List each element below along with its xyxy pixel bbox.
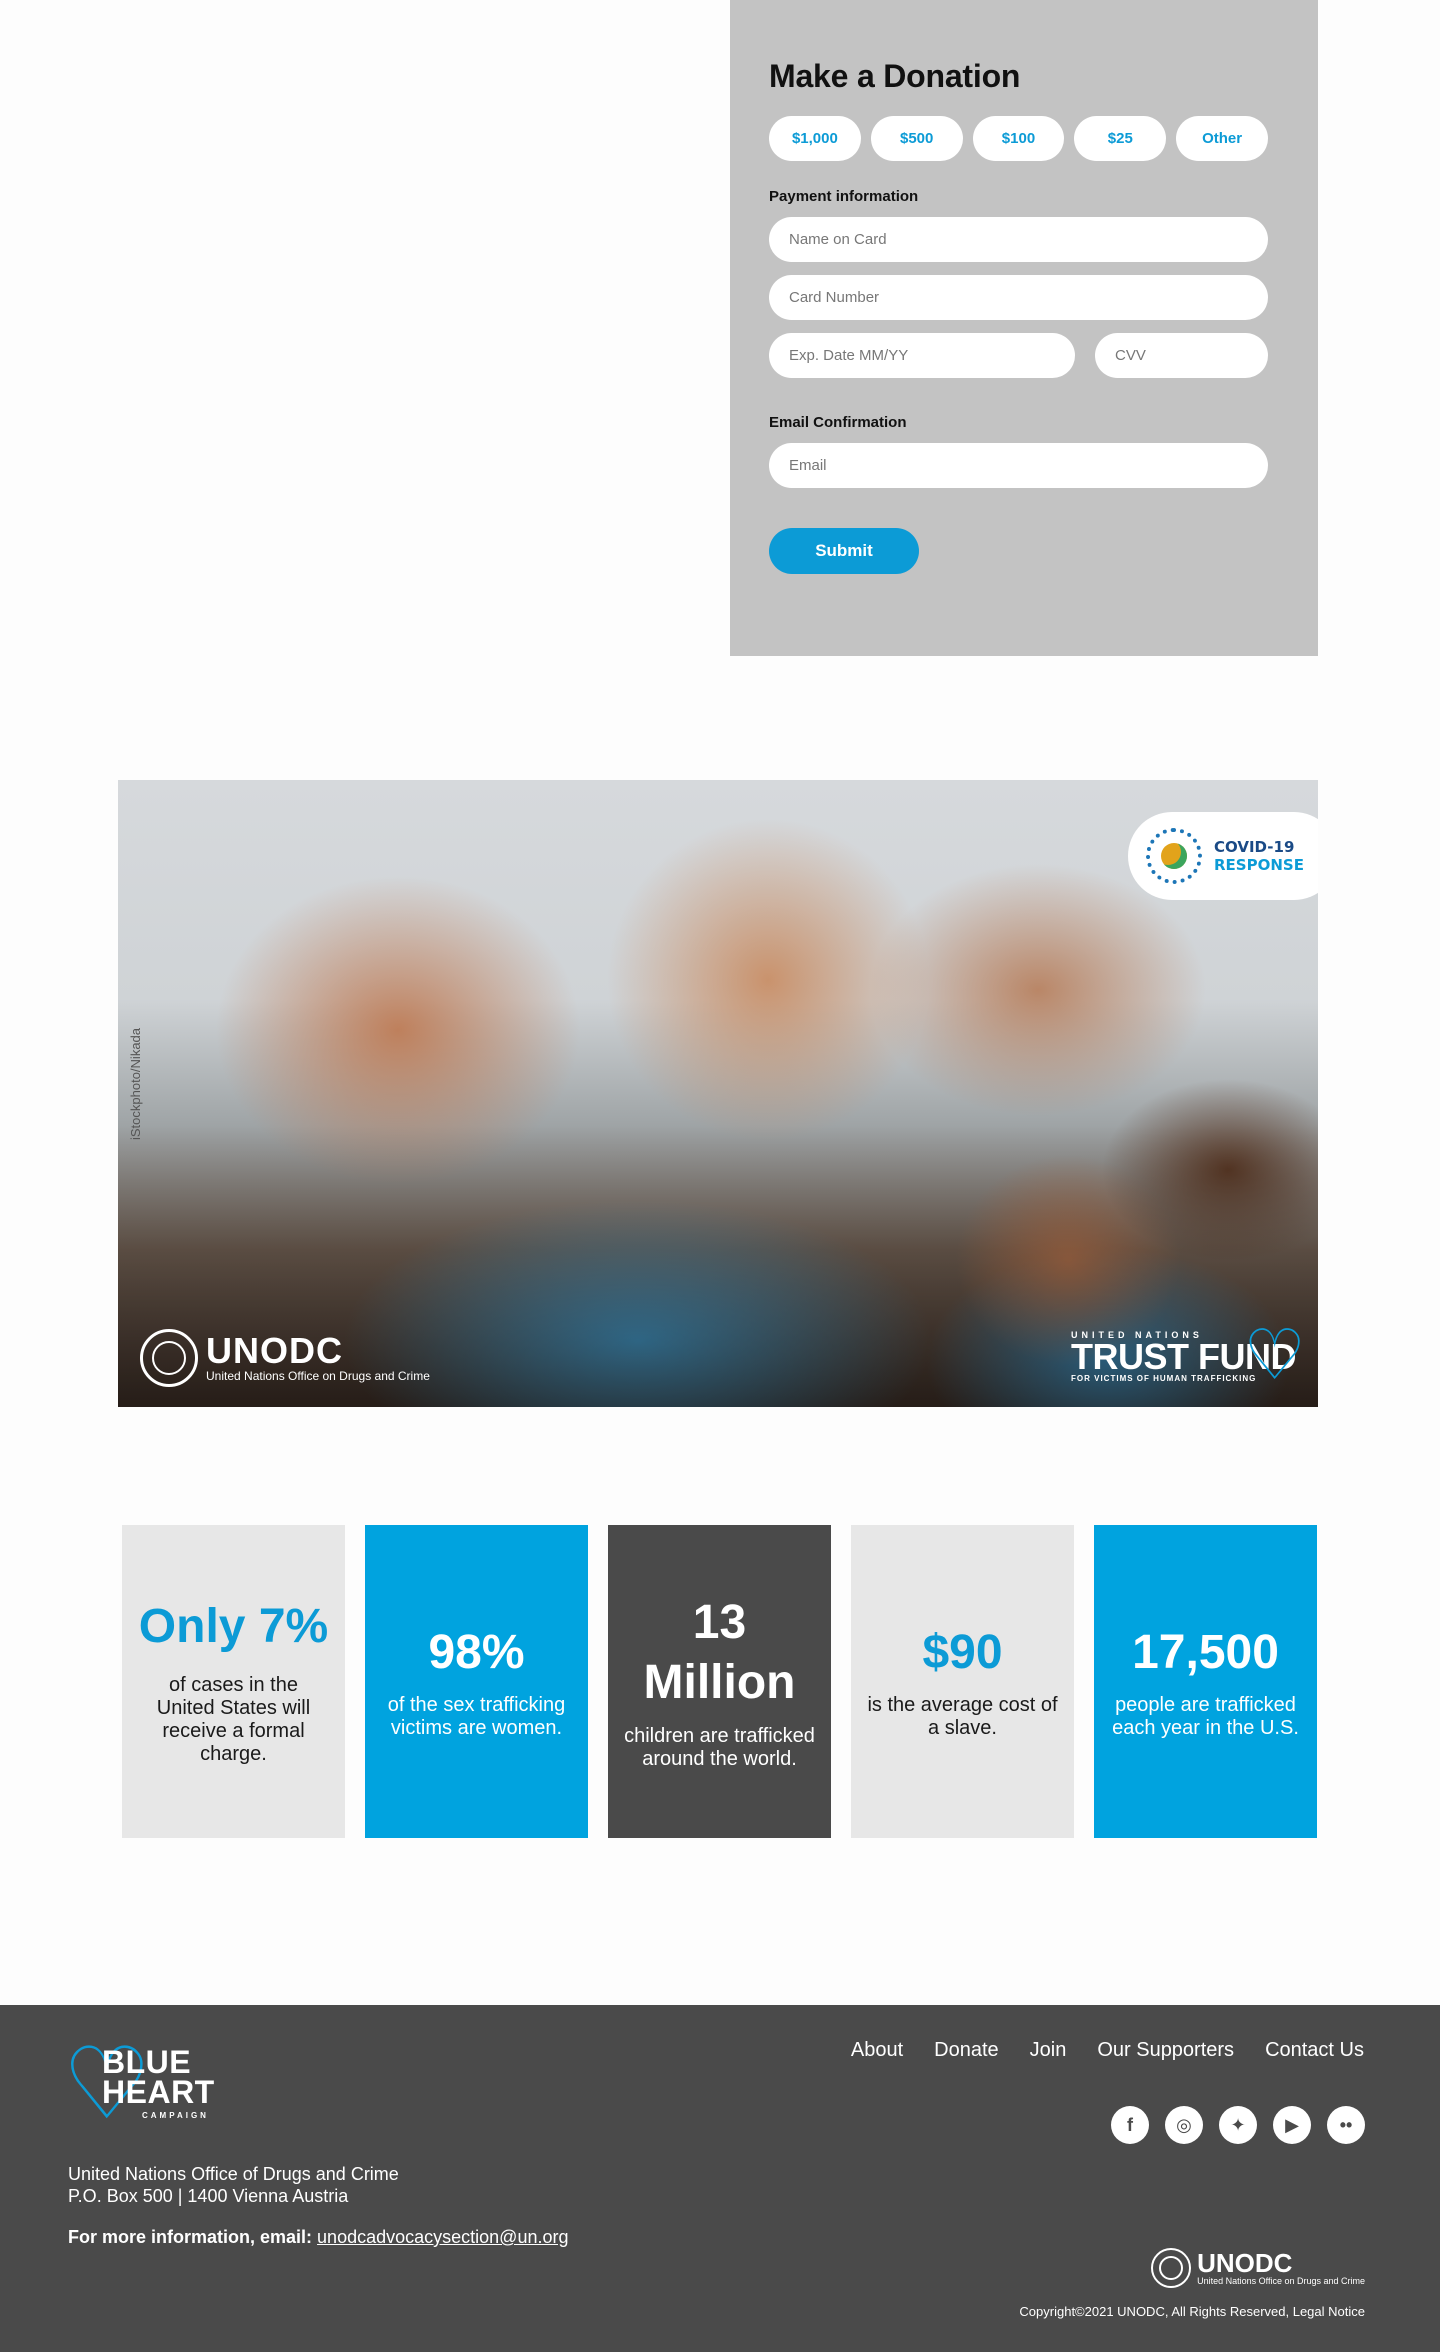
card-number-field[interactable] [769,275,1268,320]
stats-row: Only 7% of cases in the United States wi… [122,1525,1317,1838]
stat-desc: of cases in the United States will recei… [156,1673,311,1765]
logo-line2: HEART [102,2074,215,2110]
contact-email-link[interactable]: unodcadvocacysection@un.org [317,2227,568,2247]
email-confirmation-label: Email Confirmation [769,414,907,431]
nav-join[interactable]: Join [1030,2039,1067,2062]
amount-500-button[interactable]: $500 [870,116,963,161]
nav-our-supporters[interactable]: Our Supporters [1097,2039,1234,2062]
submit-button[interactable]: Submit [769,528,919,574]
stat-card: Only 7% of cases in the United States wi… [122,1525,345,1838]
unodc-logo: UNODC United Nations Office on Drugs and… [140,1329,430,1387]
donation-title: Make a Donation [769,58,1021,94]
stat-big: 13 Million [643,1595,796,1709]
more-info: For more information, email: unodcadvoca… [68,2227,568,2248]
more-info-label: For more information, email: [68,2227,313,2247]
address-line2: P.O. Box 500 | 1400 Vienna Austria [68,2186,349,2206]
exp-cvv-row [769,333,1268,378]
nav-donate[interactable]: Donate [934,2039,999,2062]
stat-big: 98% [428,1625,525,1679]
stat-big: Only 7% [138,1599,329,1653]
hero-photo: iStockphoto/Nikada COVID-19 RESPONSE UNO… [118,780,1318,1407]
blue-heart-logo[interactable]: ♡ BLUE HEART CAMPAIGN [62,2034,222,2134]
amount-1000-button[interactable]: $1,000 [769,116,861,161]
address: United Nations Office of Drugs and Crime… [68,2163,399,2207]
stat-card: 98% of the sex trafficking victims are w… [365,1525,588,1838]
logo-sub: CAMPAIGN [142,2111,209,2120]
logo-line1: BLUE [102,2044,192,2080]
flickr-icon[interactable]: •• [1327,2106,1365,2144]
covid-virus-icon [1146,828,1202,884]
donation-panel: Make a Donation $1,000 $500 $100 $25 Oth… [730,0,1318,656]
stat-card: $90 is the average cost of a slave. [851,1525,1074,1838]
footer-unodc-subtitle: United Nations Office on Drugs and Crime [1197,2276,1365,2286]
amount-100-button[interactable]: $100 [972,116,1065,161]
amount-options: $1,000 $500 $100 $25 Other [769,116,1268,161]
un-emblem-icon [140,1329,198,1387]
amount-other-button[interactable]: Other [1176,116,1268,161]
facebook-icon[interactable]: f [1111,2106,1149,2144]
copyright: Copyright©2021 UNODC, All Rights Reserve… [1019,2304,1365,2319]
email-field[interactable] [769,443,1268,488]
exp-date-field[interactable] [769,333,1075,378]
nav-about[interactable]: About [851,2039,903,2062]
covid-badge-text: COVID-19 RESPONSE [1214,838,1304,874]
instagram-icon[interactable]: ◎ [1165,2106,1203,2144]
footer-unodc-logo: UNODC United Nations Office on Drugs and… [1151,2248,1365,2288]
covid-response-badge: COVID-19 RESPONSE [1128,812,1318,900]
trust-fund-heart-icon: ♡ [1243,1316,1306,1394]
cvv-field[interactable] [1095,333,1268,378]
footer: ♡ BLUE HEART CAMPAIGN United Nations Off… [0,2005,1440,2352]
stat-desc: of the sex trafficking victims are women… [387,1693,566,1739]
footer-nav: About Donate Join Our Supporters Contact… [851,2039,1364,2062]
trust-fund-logo: ♡ UNITED NATIONS TRUST FUND FOR VICTIMS … [1071,1320,1306,1390]
stat-desc: people are trafficked each year in the U… [1112,1693,1299,1739]
stat-big: $90 [922,1625,1003,1679]
payment-info-label: Payment information [769,188,919,205]
stat-card: 13 Million children are trafficked aroun… [608,1525,831,1838]
footer-unodc-name: UNODC [1197,2248,1293,2278]
stat-desc: children are trafficked around the world… [624,1724,815,1770]
photo-credit: iStockphoto/Nikada [128,1027,143,1140]
unodc-name: UNODC [206,1330,343,1371]
stat-big: 17,500 [1132,1625,1279,1679]
name-on-card-field[interactable] [769,217,1268,262]
amount-25-button[interactable]: $25 [1074,116,1167,161]
logo-text: BLUE HEART [102,2044,215,2110]
stat-desc: is the average cost of a slave. [867,1693,1058,1739]
twitter-icon[interactable]: ✦ [1219,2106,1257,2144]
social-links: f ◎ ✦ ▶ •• [1111,2106,1365,2144]
covid-badge-line1: COVID-19 [1214,838,1295,856]
un-emblem-icon [1151,2248,1192,2288]
address-line1: United Nations Office of Drugs and Crime [68,2164,399,2184]
unodc-subtitle: United Nations Office on Drugs and Crime [206,1369,430,1383]
stat-card: 17,500 people are trafficked each year i… [1094,1525,1317,1838]
nav-contact-us[interactable]: Contact Us [1265,2039,1364,2062]
covid-badge-line2: RESPONSE [1214,856,1304,874]
youtube-icon[interactable]: ▶ [1273,2106,1311,2144]
